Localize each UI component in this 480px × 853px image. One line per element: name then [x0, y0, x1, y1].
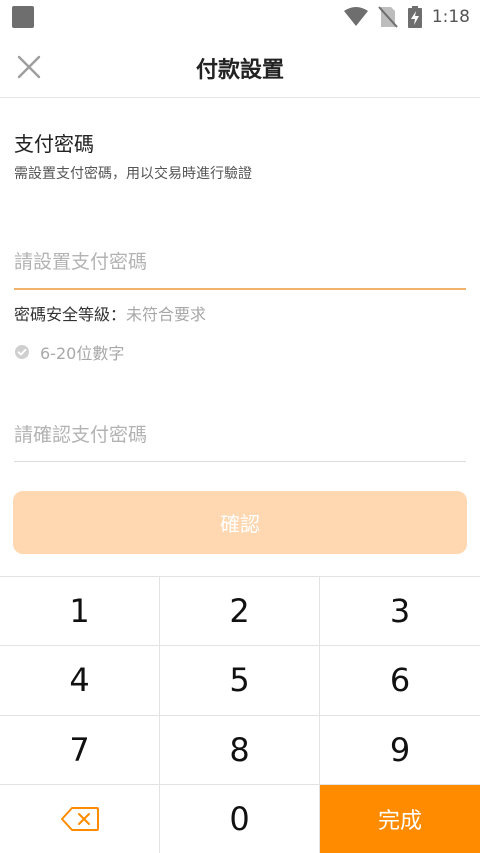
- confirm-password-field: [14, 412, 466, 462]
- status-time: 1:18: [431, 7, 470, 27]
- key-1[interactable]: 1: [0, 577, 160, 647]
- backspace-icon: [60, 807, 99, 832]
- password-input[interactable]: [14, 240, 466, 288]
- done-key[interactable]: 完成: [320, 784, 480, 853]
- strength-value: 未符合要求: [126, 305, 207, 324]
- check-circle-icon: [15, 345, 29, 359]
- battery-charging-icon: [407, 6, 422, 28]
- rule-text: 6-20位數字: [40, 344, 125, 363]
- key-3[interactable]: 3: [320, 577, 480, 647]
- confirm-password-input[interactable]: [14, 412, 466, 461]
- status-bar: 1:18: [0, 0, 480, 34]
- app-icon: [12, 6, 34, 28]
- key-4[interactable]: 4: [0, 646, 160, 716]
- no-sim-icon: [378, 6, 398, 28]
- section-description: 需設置支付密碼，用以交易時進行驗證: [14, 166, 252, 182]
- key-0[interactable]: 0: [160, 784, 320, 853]
- password-field: [14, 240, 466, 290]
- key-8[interactable]: 8: [160, 715, 320, 785]
- key-7[interactable]: 7: [0, 715, 160, 785]
- key-5[interactable]: 5: [160, 646, 320, 716]
- page-title: 付款設置: [195, 58, 284, 83]
- header: 付款設置: [0, 34, 480, 98]
- numeric-keypad: 1 2 3 4 5 6 7 8 9 0 完成: [0, 576, 480, 853]
- key-2[interactable]: 2: [160, 577, 320, 647]
- strength-label: 密碼安全等級：: [14, 305, 127, 324]
- wifi-icon: [343, 7, 368, 26]
- password-strength: 密碼安全等級：未符合要求: [14, 301, 206, 325]
- key-9[interactable]: 9: [320, 715, 480, 785]
- status-icons: 1:18: [343, 0, 470, 34]
- password-rule: 6-20位數字: [14, 340, 124, 364]
- key-6[interactable]: 6: [320, 646, 480, 716]
- section-title: 支付密碼: [14, 132, 94, 156]
- confirm-button[interactable]: 確認: [13, 491, 467, 554]
- backspace-key[interactable]: [0, 784, 160, 853]
